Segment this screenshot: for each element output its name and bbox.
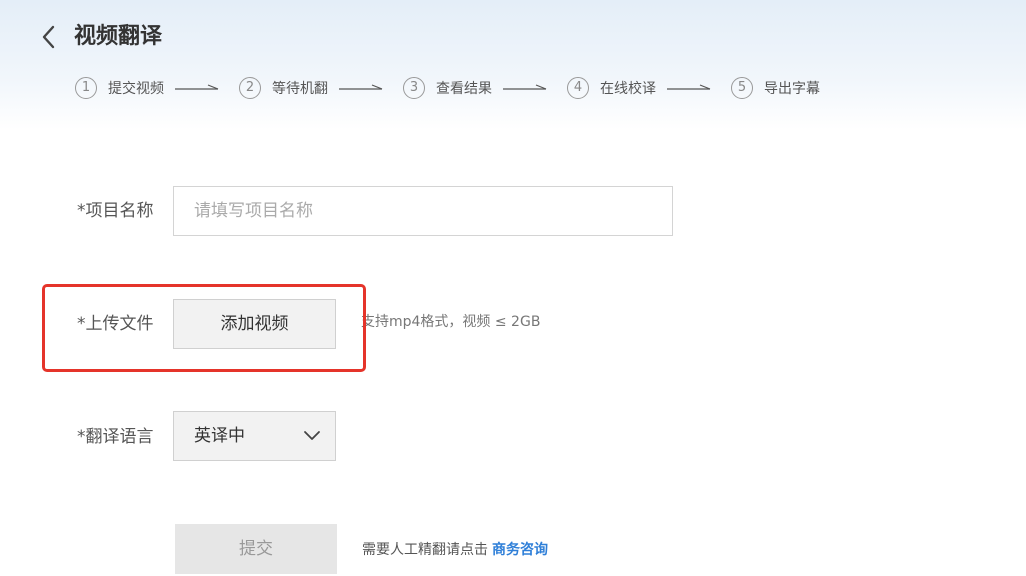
consult-note: 需要人工精翻请点击 商务咨询	[362, 540, 548, 560]
header-background	[0, 0, 1026, 130]
arrow-right-icon	[175, 84, 219, 90]
project-name-input[interactable]	[173, 186, 673, 236]
project-name-label: *项目名称	[77, 201, 154, 221]
arrow-right-icon	[503, 84, 547, 90]
page-title: 视频翻译	[74, 24, 163, 49]
step-5: 5 导出字幕	[731, 77, 820, 99]
translation-language-select[interactable]: 英译中	[173, 411, 336, 461]
step-number: 1	[75, 77, 97, 99]
chevron-down-icon	[304, 431, 320, 440]
submit-button[interactable]: 提交	[175, 524, 337, 574]
translation-language-label: *翻译语言	[77, 427, 154, 447]
step-label: 在线校译	[600, 81, 656, 97]
arrow-right-icon	[667, 84, 711, 90]
arrow-right-icon	[339, 84, 383, 90]
step-label: 导出字幕	[764, 81, 820, 97]
step-label: 等待机翻	[272, 81, 328, 97]
step-2: 2 等待机翻	[239, 77, 403, 99]
step-number: 3	[403, 77, 425, 99]
upload-file-label: *上传文件	[77, 314, 154, 334]
step-4: 4 在线校译	[567, 77, 731, 99]
step-3: 3 查看结果	[403, 77, 567, 99]
step-number: 4	[567, 77, 589, 99]
back-button[interactable]	[36, 22, 62, 52]
step-progress: 1 提交视频 2 等待机翻 3 查看结果 4 在线校译 5 导出字幕	[75, 76, 820, 100]
step-number: 5	[731, 77, 753, 99]
step-number: 2	[239, 77, 261, 99]
step-1: 1 提交视频	[75, 77, 239, 99]
business-consult-link[interactable]: 商务咨询	[492, 542, 548, 558]
step-label: 提交视频	[108, 81, 164, 97]
upload-hint: 支持mp4格式，视频 ≤ 2GB	[361, 314, 541, 330]
add-video-button[interactable]: 添加视频	[173, 299, 336, 349]
selected-language: 英译中	[194, 426, 245, 446]
consult-text: 需要人工精翻请点击	[362, 542, 488, 558]
chevron-left-icon	[42, 25, 55, 49]
step-label: 查看结果	[436, 81, 492, 97]
